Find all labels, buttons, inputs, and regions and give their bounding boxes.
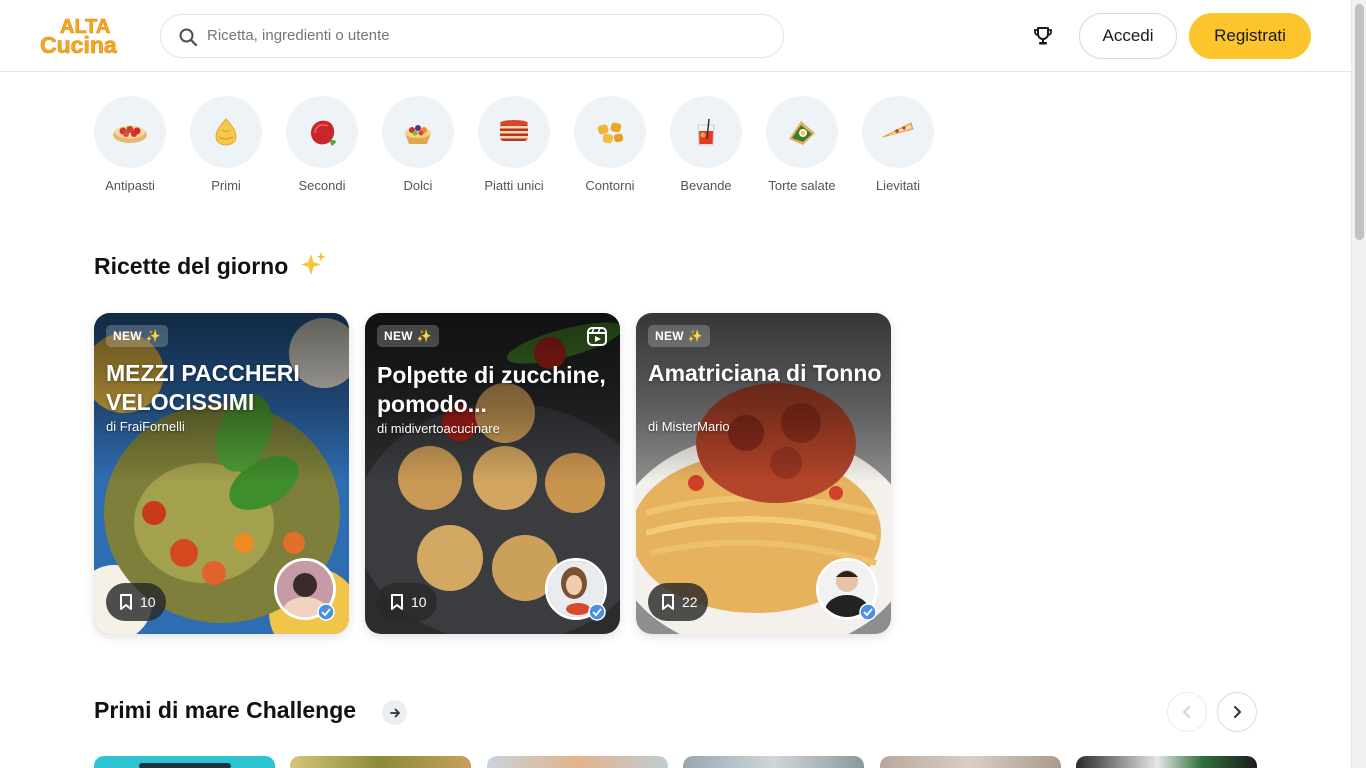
category-torte-salate[interactable]: Torte salate [766, 96, 838, 196]
bookmark-icon [391, 594, 403, 610]
recipe-card-amatriciana-tonno[interactable]: NEW ✨ Amatriciana di Tonno di MisterMari… [636, 313, 891, 634]
category-secondi[interactable]: Secondi [286, 96, 358, 196]
category-primi[interactable]: Primi [190, 96, 262, 196]
category-contorni[interactable]: Contorni [574, 96, 646, 196]
logo-text-cucina: Cucina [40, 32, 117, 56]
save-count: 22 [682, 594, 698, 610]
new-badge-text: NEW [655, 329, 684, 343]
chevron-right-icon [1234, 706, 1241, 718]
bookmark-icon [662, 594, 674, 610]
pizza-slice-icon [882, 122, 914, 138]
meat-icon [311, 120, 336, 146]
fruit-tart-icon [405, 125, 431, 144]
carousel-next-button[interactable] [1217, 692, 1257, 732]
register-button[interactable]: Registrati [1189, 13, 1311, 59]
category-secondi-circle [286, 96, 358, 168]
sparkles-icon [300, 252, 326, 275]
top-navbar: ALTA Cucina Accedi Registrati [0, 0, 1351, 72]
login-button[interactable]: Accedi [1079, 13, 1177, 59]
chevron-left-icon [1183, 706, 1190, 718]
category-contorni-circle [574, 96, 646, 168]
carousel-prev-button[interactable] [1167, 692, 1207, 732]
challenge-recipe-thumbnail[interactable] [290, 756, 471, 768]
category-primi-circle [190, 96, 262, 168]
dumpling-icon [215, 118, 237, 146]
save-count-button[interactable]: 22 [648, 583, 708, 621]
arrow-right-icon [389, 708, 400, 717]
new-badge: NEW ✨ [106, 325, 168, 347]
recipe-card-mezzi-paccheri[interactable]: NEW ✨ MEZZI PACCHERI VELOCISSIMI di Frai… [94, 313, 349, 634]
save-count-button[interactable]: 10 [377, 583, 437, 621]
save-count: 10 [140, 594, 156, 610]
page-scrollbar[interactable] [1351, 0, 1366, 768]
daily-recipes-heading: Ricette del giorno [94, 251, 327, 280]
new-badge-text: NEW [384, 329, 413, 343]
quiche-icon [789, 121, 815, 145]
recipe-title: Polpette di zucchine, pomodo... [377, 362, 606, 417]
bookmark-icon [120, 594, 132, 610]
category-antipasti[interactable]: Antipasti [94, 96, 166, 196]
potatoes-icon [597, 122, 624, 144]
category-lievitati-circle [862, 96, 934, 168]
challenge-heading[interactable]: Primi di mare Challenge [94, 697, 356, 724]
category-lievitati[interactable]: Lievitati [862, 96, 934, 196]
verified-icon [317, 603, 335, 621]
new-badge-text: NEW [113, 329, 142, 343]
cocktail-icon [697, 118, 715, 146]
recipe-title: Amatriciana di Tonno [648, 360, 882, 386]
category-lievitati-label: Lievitati [875, 178, 921, 193]
recipe-title: MEZZI PACCHERI VELOCISSIMI [106, 360, 300, 415]
search-input[interactable] [207, 15, 767, 56]
lasagna-icon [500, 120, 528, 141]
challenge-recipe-thumbnail[interactable] [683, 756, 864, 768]
bruschetta-icon [113, 125, 147, 143]
recipe-author[interactable]: di MisterMario [648, 419, 730, 434]
challenge-see-all-button[interactable] [382, 700, 407, 725]
search-bar[interactable] [160, 14, 784, 58]
challenge-recipe-thumbnail[interactable] [880, 756, 1061, 768]
video-reel-icon [587, 327, 607, 346]
challenge-recipe-thumbnail[interactable] [487, 756, 668, 768]
category-dolci-circle [382, 96, 454, 168]
altacucina-logo[interactable]: ALTA Cucina [38, 16, 130, 59]
new-badge: NEW ✨ [377, 325, 439, 347]
save-count-button[interactable]: 10 [106, 583, 166, 621]
category-antipasti-circle [94, 96, 166, 168]
scrollbar-thumb[interactable] [1355, 4, 1364, 240]
save-count: 10 [411, 594, 427, 610]
category-dolci[interactable]: Dolci [382, 96, 454, 196]
verified-icon [588, 603, 606, 621]
category-piatti-unici-circle [478, 96, 550, 168]
category-torte-salate-circle [766, 96, 838, 168]
daily-recipes-title: Ricette del giorno [94, 253, 289, 279]
recipe-author[interactable]: di midivertoacucinare [377, 421, 500, 436]
search-icon [179, 28, 198, 47]
category-piatti-unici[interactable]: Piatti unici [478, 96, 550, 196]
recipe-card-polpette-zucchine[interactable]: NEW ✨ Polpette di zucchine, pomodo... di… [365, 313, 620, 634]
category-bevande[interactable]: Bevande [670, 96, 742, 196]
challenge-recipe-thumbnail[interactable] [1076, 756, 1257, 768]
category-bevande-circle [670, 96, 742, 168]
verified-icon [859, 603, 877, 621]
trophy-icon[interactable] [1031, 24, 1055, 48]
new-badge: NEW ✨ [648, 325, 710, 347]
challenge-recipe-thumbnail[interactable] [94, 756, 275, 768]
recipe-author[interactable]: di FraiFornelli [106, 419, 185, 434]
